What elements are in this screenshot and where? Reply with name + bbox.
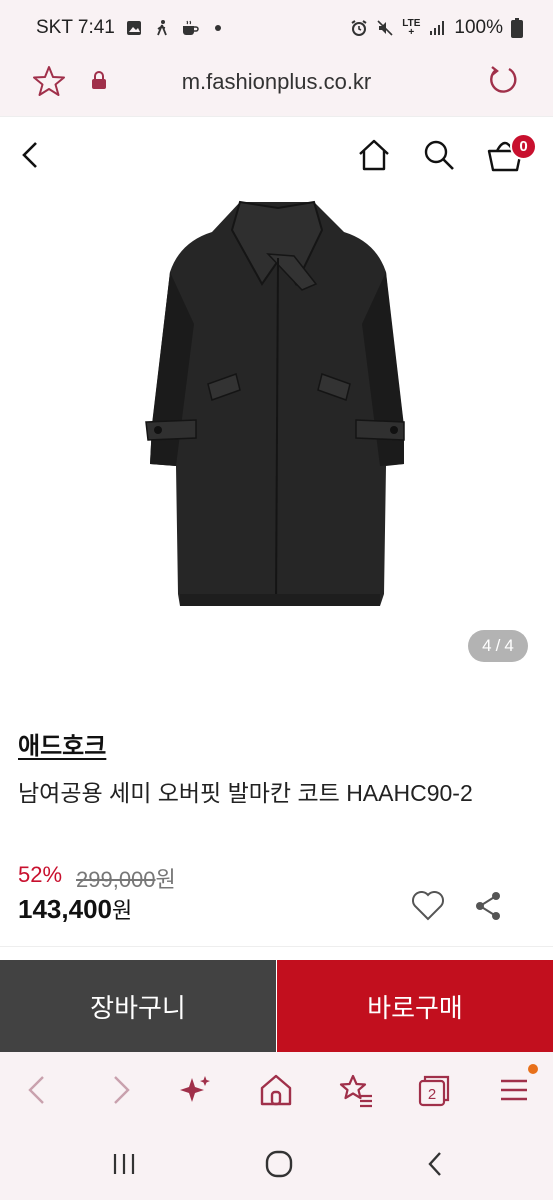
sparkle-icon[interactable] <box>178 1072 214 1108</box>
status-left: SKT 7:41 <box>36 17 227 39</box>
share-icon[interactable] <box>474 890 504 922</box>
search-icon[interactable] <box>422 137 456 173</box>
discount-rate: 52% <box>18 862 63 887</box>
image-counter-total: 4 <box>504 636 514 655</box>
original-price-currency: 원 <box>155 867 176 892</box>
menu-icon[interactable] <box>496 1072 532 1108</box>
status-bar: SKT 7:41 LTE + 100% <box>0 0 553 56</box>
browser-back-icon[interactable] <box>20 1072 56 1108</box>
buy-now-button[interactable]: 바로구매 <box>277 960 553 1052</box>
image-counter-current: 4 <box>482 636 492 655</box>
dot-icon <box>214 25 221 31</box>
original-price: 299,000원 <box>76 862 176 894</box>
add-to-cart-button[interactable]: 장바구니 <box>0 960 276 1052</box>
back-icon[interactable] <box>14 135 50 175</box>
image-counter: 4 / 4 <box>468 630 528 662</box>
image-counter-separator: / <box>495 636 501 655</box>
back-nav-icon[interactable] <box>420 1148 452 1180</box>
browser-forward-icon[interactable] <box>102 1072 138 1108</box>
tabs-icon[interactable]: 2 <box>416 1072 452 1108</box>
original-price-value: 299,000 <box>76 867 156 892</box>
browser-toolbar: 2 <box>0 1052 553 1128</box>
sale-price-value: 143,400 <box>18 894 112 924</box>
product-name: 남여공용 세미 오버핏 발마칸 코트 HAAHC90-2 <box>18 780 473 806</box>
lte-plus: + <box>408 27 415 38</box>
carrier-time: SKT 7:41 <box>36 17 115 38</box>
android-nav-bar <box>0 1128 553 1200</box>
brand-link[interactable]: 애드호크 <box>18 726 106 761</box>
status-right: LTE + 100% <box>350 17 523 39</box>
sale-price-currency: 원 <box>111 898 133 923</box>
home-icon[interactable] <box>258 1072 294 1108</box>
coat-image <box>145 200 405 606</box>
url-text[interactable]: m.fashionplus.co.kr <box>0 69 553 95</box>
product-image[interactable] <box>0 194 553 680</box>
heart-icon[interactable] <box>410 888 446 922</box>
sale-price: 143,400원 <box>18 893 132 925</box>
mute-icon <box>377 20 393 36</box>
coffee-icon <box>182 20 199 35</box>
home-nav-icon[interactable] <box>263 1148 295 1180</box>
gallery-icon <box>126 21 141 35</box>
reload-icon[interactable] <box>487 64 519 96</box>
menu-notification-dot <box>528 1064 538 1074</box>
alarm-icon <box>351 20 367 36</box>
walking-icon <box>157 20 167 36</box>
battery-percent: 100% <box>454 17 503 38</box>
battery-icon <box>511 18 523 38</box>
signal-icon <box>430 21 445 35</box>
site-header: 0 <box>0 116 553 194</box>
tab-count: 2 <box>428 1086 436 1103</box>
bookmarks-icon[interactable] <box>338 1072 374 1108</box>
home-icon[interactable] <box>356 137 392 173</box>
browser-url-bar: m.fashionplus.co.kr <box>0 56 553 116</box>
divider <box>0 946 553 947</box>
lte-indicator: LTE + <box>402 19 420 38</box>
recent-apps-icon[interactable] <box>108 1148 140 1180</box>
cart-count-badge[interactable]: 0 <box>510 133 537 160</box>
